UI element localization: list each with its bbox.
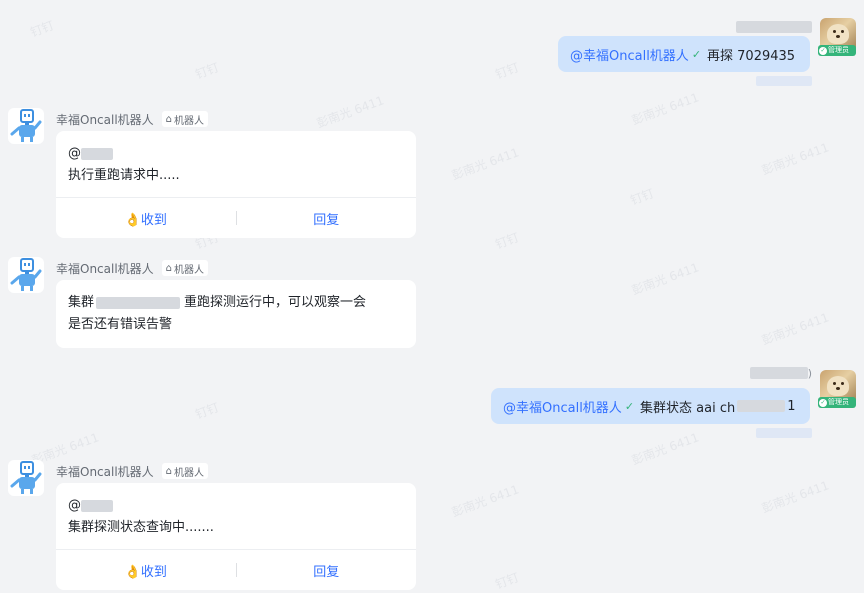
message-text-suffix: 1 [787,398,796,414]
mention-line: @ [68,495,404,517]
bot-avatar[interactable] [8,460,44,496]
bot-sender-line: 幸福Oncall机器人 ⌂ 机器人 [56,259,209,277]
bot-avatar[interactable] [8,108,44,144]
reply-button[interactable]: 回复 [237,561,417,580]
card-body: 集群 重跑探测运行中，可以观察一会 是否还有错误告警 [56,280,416,348]
watermark: 钉钉 [193,400,221,422]
text-prefix: 集群 [68,295,95,310]
robot-icon [10,258,42,291]
avatar-eye [833,382,836,385]
user-message-bubble[interactable]: @幸福Oncall机器人 ✓ 集群状态 aai ch 1 [491,388,810,424]
watermark: 彭南光 6411 [759,140,831,178]
read-status-redacted [756,76,812,86]
watermark: 钉钉 [193,60,221,82]
admin-badge: ✓ 管理员 [818,45,856,56]
card-actions: 👌收到 回复 [56,549,416,590]
robot-tag-icon: ⌂ [165,465,173,477]
bot-tag: ⌂ 机器人 [161,463,209,479]
bot-tag-label: 机器人 [174,467,205,479]
card-actions: 👌收到 回复 [56,197,416,238]
read-status-redacted [756,428,812,438]
bot-tag: ⌂ 机器人 [161,111,209,127]
avatar-nose [836,35,840,38]
badge-check-icon: ✓ [819,398,827,407]
avatar-dog-face [827,24,849,44]
cluster-name-redacted [96,296,181,309]
watermark: 彭南光 6411 [629,260,701,298]
card-text: 执行重跑请求中..... [68,168,180,183]
robot-tag-icon: ⌂ [165,262,173,274]
admin-badge-label: 管理员 [828,46,849,54]
ack-label: 收到 [140,212,167,228]
bot-name[interactable]: 幸福Oncall机器人 [56,260,154,277]
bot-name[interactable]: 幸福Oncall机器人 [56,111,154,128]
card-text: 集群探测状态查询中....... [68,520,214,535]
robot-tag-icon: ⌂ [165,113,173,125]
card-text-line2: 是否还有错误告警 [68,317,173,332]
bot-sender-line: 幸福Oncall机器人 ⌂ 机器人 [56,462,209,480]
mention-prefix: @ [68,498,81,513]
admin-badge: ✓ 管理员 [818,397,856,408]
bot-avatar[interactable] [8,257,44,293]
bot-mention[interactable]: @幸福Oncall机器人 [503,397,622,416]
mention-redacted [81,147,113,160]
cluster-id-redacted [737,400,786,412]
card-body: @ 集群探测状态查询中....... [56,483,416,549]
message-text-prefix: 集群状态 aai ch [640,400,736,416]
watermark: 彭南光 6411 [629,430,701,468]
sender-name: ) [736,366,812,380]
bot-message-card: 集群 重跑探测运行中，可以观察一会 是否还有错误告警 [56,280,416,348]
reply-label: 回复 [313,212,340,228]
watermark: 彭南光 6411 [759,478,831,516]
reply-button[interactable]: 回复 [237,209,417,228]
bot-name[interactable]: 幸福Oncall机器人 [56,463,154,480]
reply-label: 回复 [313,564,340,580]
bot-message-card: @ 集群探测状态查询中....... 👌收到 回复 [56,483,416,590]
avatar-nose [836,387,840,390]
robot-icon [10,461,42,494]
card-body: @ 执行重跑请求中..... [56,131,416,197]
watermark: 彭南光 6411 [629,90,701,128]
watermark: 钉钉 [493,60,521,82]
watermark: 彭南光 6411 [314,93,386,131]
badge-check-icon: ✓ [819,46,827,55]
ack-button[interactable]: 👌收到 [56,561,236,580]
bot-sender-line: 幸福Oncall机器人 ⌂ 机器人 [56,110,209,128]
watermark: 钉钉 [628,186,656,208]
mention-redacted [81,499,113,512]
user-message-bubble[interactable]: @幸福Oncall机器人 ✓ 再探 7029435 [558,36,810,72]
ok-hand-icon: 👌 [124,564,141,580]
watermark: 彭南光 6411 [449,482,521,520]
ok-hand-icon: 👌 [124,212,141,228]
watermark: 彭南光 6411 [449,145,521,183]
mention-line: @ [68,143,404,165]
avatar-eye [841,382,844,385]
text-suffix: 重跑探测运行中，可以观察一会 [184,295,367,310]
avatar-eye [833,30,836,33]
sender-name-redacted [736,16,812,33]
avatar-eye [841,30,844,33]
mention-prefix: @ [68,146,81,161]
ack-button[interactable]: 👌收到 [56,209,236,228]
sender-name-suffix: ) [807,366,812,380]
watermark: 钉钉 [493,230,521,252]
watermark: 彭南光 6411 [759,310,831,348]
avatar-dog-face [827,376,849,396]
sender-name-redacted [749,367,808,379]
verified-check-icon: ✓ [624,399,635,413]
watermark: 钉钉 [28,18,56,40]
bot-tag-label: 机器人 [174,264,205,276]
card-text-line1: 集群 重跑探测运行中，可以观察一会 [68,292,404,314]
bot-mention[interactable]: @幸福Oncall机器人 [570,45,689,64]
message-text: 再探 7029435 [707,48,796,64]
bot-tag-label: 机器人 [174,115,205,127]
verified-check-icon: ✓ [691,47,702,61]
admin-badge-label: 管理员 [828,398,849,406]
ack-label: 收到 [140,564,167,580]
bot-tag: ⌂ 机器人 [161,260,209,276]
bot-message-card: @ 执行重跑请求中..... 👌收到 回复 [56,131,416,238]
robot-icon [10,109,42,142]
